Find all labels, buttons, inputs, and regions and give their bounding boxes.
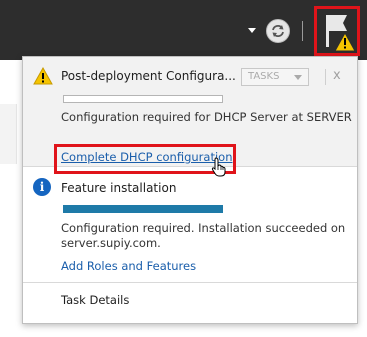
divider xyxy=(23,282,357,283)
dropdown-arrow-icon[interactable] xyxy=(248,28,256,33)
tasks-divider xyxy=(325,69,326,85)
notification-message: Configuration required. Installation suc… xyxy=(61,221,346,250)
tasks-dropdown[interactable]: TASKS xyxy=(241,68,309,86)
notification-title: Post-deployment Configura... xyxy=(61,69,236,83)
notification-message: Configuration required for DHCP Server a… xyxy=(61,110,352,124)
background-panel-segment xyxy=(0,104,17,164)
toolbar-divider xyxy=(302,21,303,41)
top-toolbar xyxy=(0,0,367,60)
info-icon: i xyxy=(33,178,51,196)
notifications-flag-button[interactable] xyxy=(314,6,360,56)
refresh-icon[interactable] xyxy=(266,19,290,43)
close-icon[interactable]: x xyxy=(333,68,341,83)
background-panel xyxy=(0,60,17,337)
hand-cursor-icon xyxy=(211,157,226,177)
progress-bar xyxy=(63,95,223,103)
task-details-link[interactable]: Task Details xyxy=(61,293,129,307)
progress-bar xyxy=(63,205,223,213)
notification-title: Feature installation xyxy=(61,181,177,195)
notifications-popup: Post-deployment Configura... TASKS x Con… xyxy=(22,56,358,324)
tasks-label: TASKS xyxy=(248,71,280,82)
flag-warning-icon xyxy=(326,15,356,52)
complete-dhcp-configuration-link[interactable]: Complete DHCP configuration xyxy=(61,150,232,164)
warning-icon xyxy=(33,67,53,85)
chevron-down-icon xyxy=(294,75,302,80)
add-roles-and-features-link[interactable]: Add Roles and Features xyxy=(61,259,196,273)
